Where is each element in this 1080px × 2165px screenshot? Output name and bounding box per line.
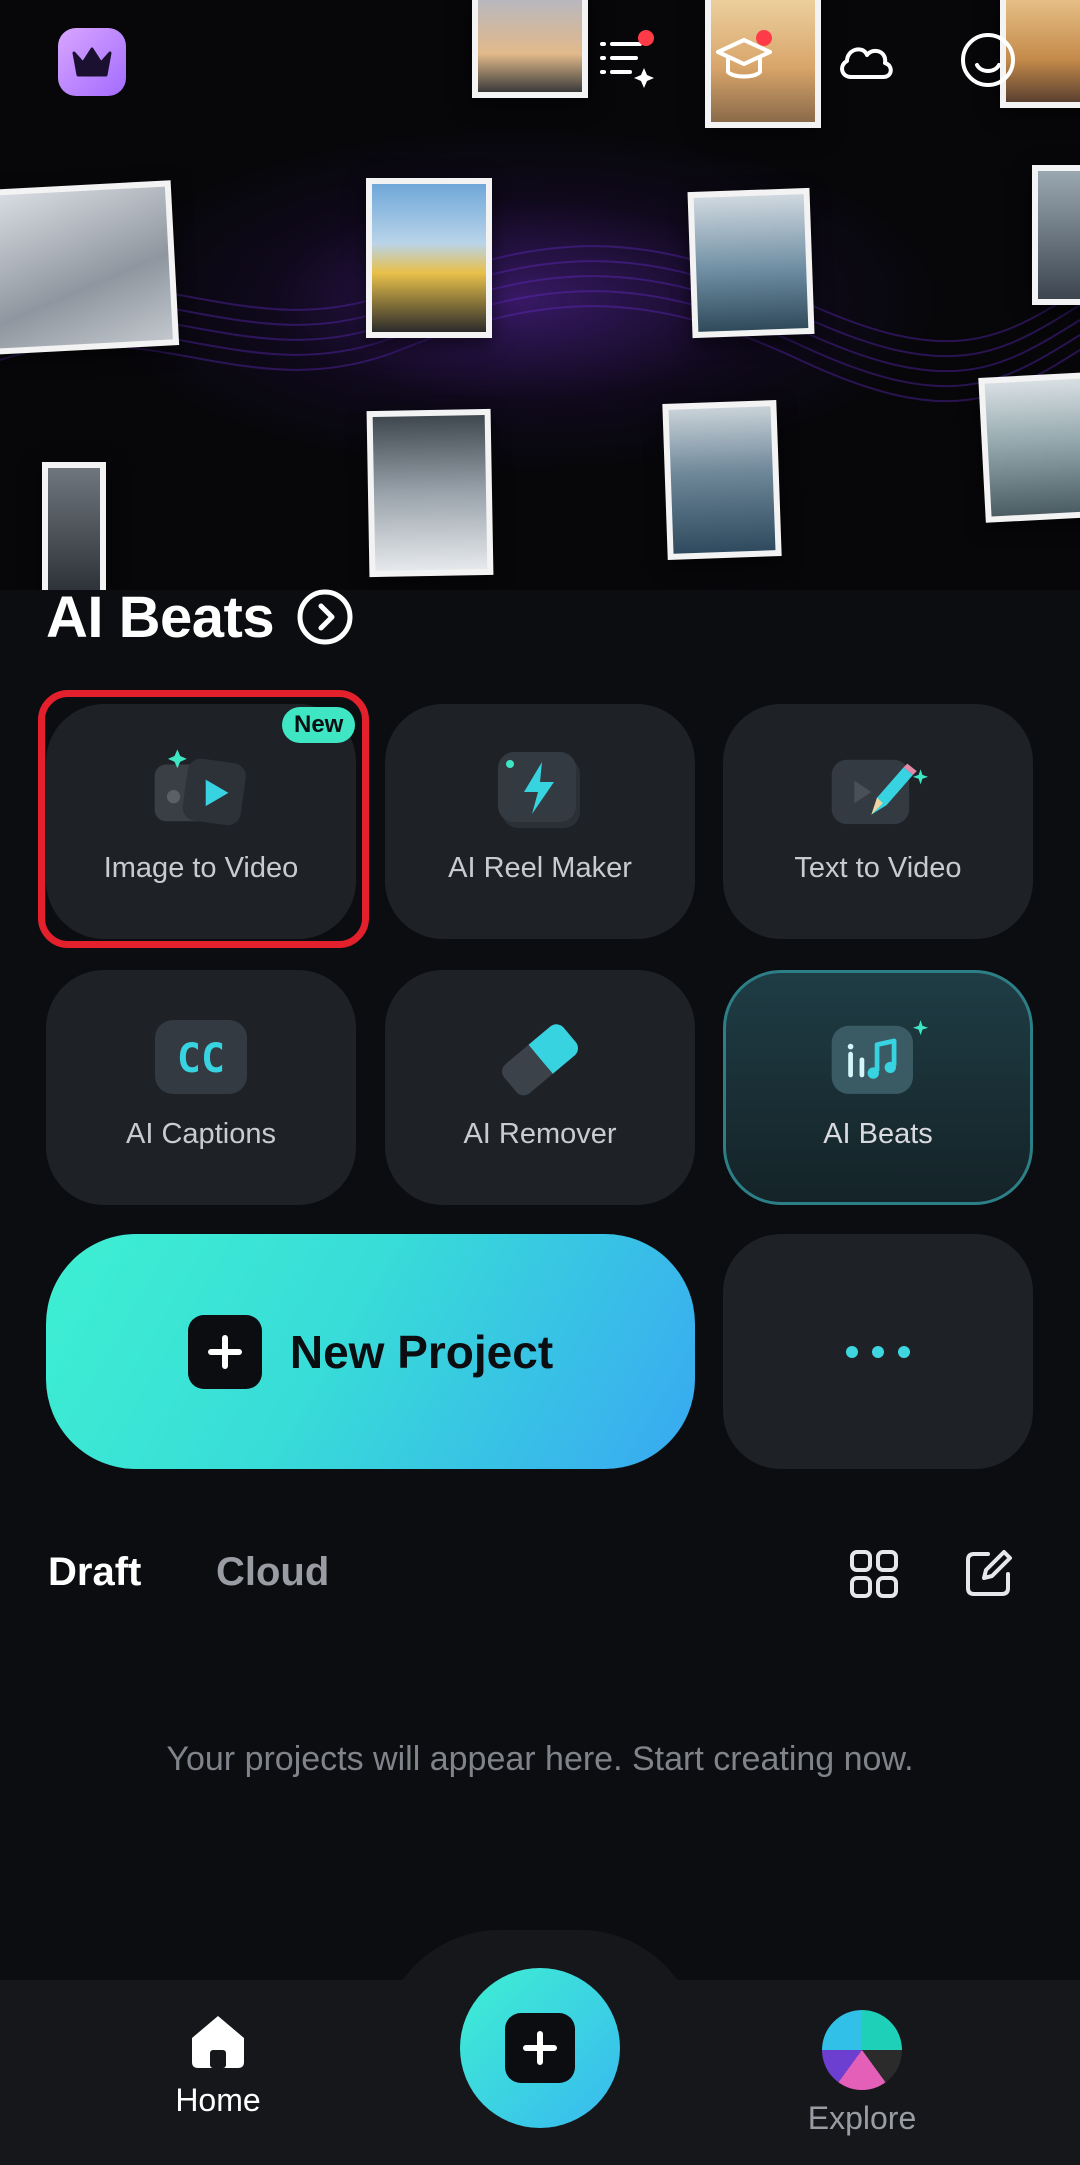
nav-home-label: Home (175, 2082, 261, 2118)
tool-ai-beats[interactable]: AI Beats (723, 970, 1033, 1205)
cc-icon: CC (149, 1010, 253, 1104)
nav-explore-label: Explore (807, 2100, 917, 2136)
new-project-label: New Project (289, 1325, 554, 1378)
nav-home[interactable]: Home (118, 2010, 318, 2119)
tool-label: AI Captions (126, 1118, 276, 1150)
photo-card (0, 180, 180, 355)
premium-crown-button[interactable] (58, 28, 126, 96)
smiley-face-icon (961, 33, 1015, 87)
new-project-button[interactable]: New Project (46, 1234, 695, 1469)
photo-card (366, 178, 492, 338)
profile-button[interactable] (956, 28, 1020, 92)
tool-label: AI Reel Maker (448, 852, 632, 884)
grid-icon (850, 1550, 898, 1598)
nav-explore[interactable]: Explore (762, 2010, 962, 2137)
svg-text:CC: CC (177, 1036, 225, 1082)
photo-card (662, 400, 782, 560)
tool-label: AI Remover (463, 1118, 617, 1150)
tool-ai-captions[interactable]: CC AI Captions (46, 970, 356, 1205)
tab-draft[interactable]: Draft (48, 1550, 141, 1595)
more-dot (846, 1345, 858, 1358)
more-dot (898, 1345, 910, 1358)
empty-projects-message: Your projects will appear here. Start cr… (166, 1740, 914, 1778)
tool-ai-remover[interactable]: AI Remover (385, 970, 695, 1205)
music-note-icon (826, 1010, 930, 1104)
eraser-icon (488, 1010, 592, 1104)
plus-icon (505, 2013, 575, 2083)
edit-icon (966, 1550, 1012, 1596)
new-badge: New (282, 707, 356, 743)
photo-card (687, 187, 815, 339)
home-icon (192, 2016, 244, 2068)
pencil-video-icon (826, 744, 930, 838)
tool-label: AI Beats (823, 1118, 933, 1150)
tool-label: Text to Video (794, 852, 962, 884)
grid-view-button[interactable] (846, 1546, 902, 1602)
crown-icon (72, 47, 112, 77)
tool-ai-reel-maker[interactable]: AI Reel Maker (385, 704, 695, 939)
plus-icon (187, 1314, 262, 1389)
section-title-ai-beats[interactable]: AI Beats (46, 582, 354, 652)
top-bar (0, 0, 1080, 120)
more-tools-button[interactable] (723, 1234, 1033, 1469)
more-dot (872, 1345, 884, 1358)
photo-card (366, 408, 494, 578)
photo-card (978, 372, 1080, 523)
create-fab-button[interactable] (460, 1968, 620, 2128)
edit-button[interactable] (960, 1546, 1016, 1602)
photo-card (42, 462, 106, 590)
tool-text-to-video[interactable]: Text to Video (723, 704, 1033, 939)
tutorial-button[interactable] (712, 28, 776, 92)
lightning-icon (488, 744, 592, 838)
task-list-button[interactable] (594, 28, 658, 92)
tab-cloud[interactable]: Cloud (216, 1550, 329, 1595)
cloud-button[interactable] (834, 28, 898, 92)
photo-card (1032, 165, 1080, 305)
section-title-text: AI Beats (46, 584, 275, 650)
explore-thumbnail-icon (822, 2010, 902, 2090)
cloud-icon (840, 47, 893, 79)
chevron-right-circle-icon (297, 589, 353, 645)
notification-dot (756, 30, 772, 46)
notification-dot (638, 30, 654, 46)
